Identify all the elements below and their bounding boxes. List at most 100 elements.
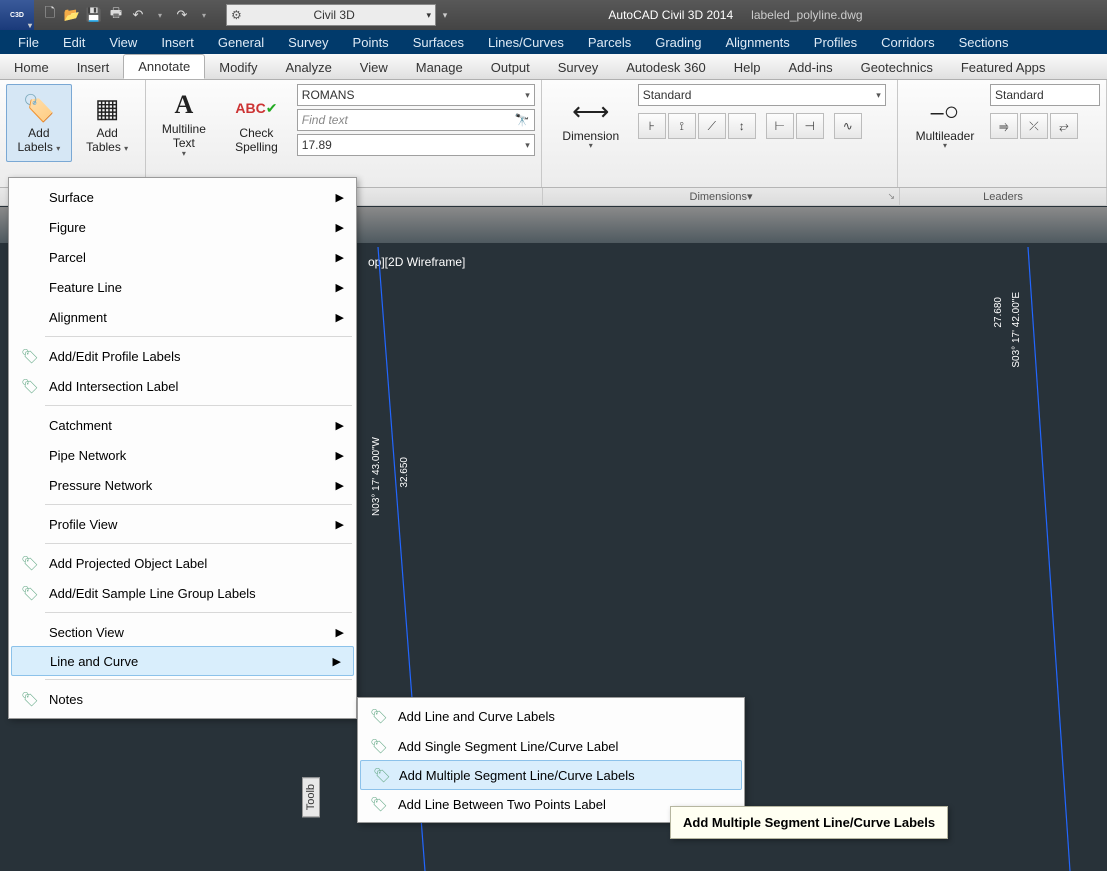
menu-item-surface[interactable]: Surface▶ xyxy=(9,182,356,212)
tab-insert[interactable]: Insert xyxy=(63,56,124,79)
leader-tool-2[interactable]: ⤫ xyxy=(1020,113,1048,139)
dim-style-value: Standard xyxy=(643,88,692,102)
undo-icon[interactable]: ↶ xyxy=(128,5,148,25)
menu-item-add-edit-profile-labels[interactable]: 🏷Add/Edit Profile Labels xyxy=(9,341,356,371)
label-tag-icon: 🏷 xyxy=(21,555,39,572)
dimension-button[interactable]: ⟷ Dimension ▾ xyxy=(548,84,634,162)
toolspace-palette-tab[interactable]: Toolb xyxy=(302,777,320,817)
multileader-icon: ⎯○ xyxy=(931,95,960,129)
leader-tool-1[interactable]: ⥤ xyxy=(990,113,1018,139)
workspace-combo[interactable]: ⚙ Civil 3D ▾ xyxy=(226,4,436,26)
app-menu-icon[interactable]: C3D xyxy=(0,0,34,30)
text-style-combo[interactable]: ROMANS ▾ xyxy=(297,84,535,106)
tab-help[interactable]: Help xyxy=(720,56,775,79)
dialog-launcher-icon[interactable]: ↘ xyxy=(887,191,895,202)
check-spelling-button[interactable]: ABC✔ Check Spelling xyxy=(220,84,293,162)
title-bar: C3D 🗋 📂 💾 🖶 ↶ ▾ ↷ ▾ ⚙ Civil 3D ▾ ▾ AutoC… xyxy=(0,0,1107,30)
dim-tool-5[interactable]: ⊢ xyxy=(766,113,794,139)
menu-file[interactable]: File xyxy=(6,32,51,53)
print-icon[interactable]: 🖶 xyxy=(106,5,126,25)
tab-autodesk360[interactable]: Autodesk 360 xyxy=(612,56,720,79)
menu-item-label: Pressure Network xyxy=(49,478,152,493)
redo-icon[interactable]: ↷ xyxy=(172,5,192,25)
menu-corridors[interactable]: Corridors xyxy=(869,32,946,53)
menu-parcels[interactable]: Parcels xyxy=(576,32,643,53)
menu-item-label: Feature Line xyxy=(49,280,122,295)
menu-sections[interactable]: Sections xyxy=(947,32,1021,53)
tab-output[interactable]: Output xyxy=(477,56,544,79)
menu-item-pressure-network[interactable]: Pressure Network▶ xyxy=(9,470,356,500)
save-icon[interactable]: 💾 xyxy=(84,5,104,25)
leader-tool-3[interactable]: ⥂ xyxy=(1050,113,1078,139)
find-text-input[interactable]: Find text 🔭 xyxy=(297,109,535,131)
menu-profiles[interactable]: Profiles xyxy=(802,32,869,53)
menu-item-notes[interactable]: 🏷Notes xyxy=(9,684,356,714)
tab-analyze[interactable]: Analyze xyxy=(272,56,346,79)
chevron-down-icon[interactable]: ▾ xyxy=(747,190,753,203)
line-dist-right: 27.680 xyxy=(992,297,1005,328)
menu-item-feature-line[interactable]: Feature Line▶ xyxy=(9,272,356,302)
dim-tool-4[interactable]: ↕ xyxy=(728,113,756,139)
file-name: labeled_polyline.dwg xyxy=(751,8,862,22)
chevron-down-icon: ▾ xyxy=(124,144,128,153)
chevron-down-icon: ▾ xyxy=(56,144,60,153)
tab-modify[interactable]: Modify xyxy=(205,56,271,79)
menu-item-section-view[interactable]: Section View▶ xyxy=(9,617,356,647)
workspace-value: Civil 3D xyxy=(313,8,354,22)
menu-item-add-edit-sample-line-group-labels[interactable]: 🏷Add/Edit Sample Line Group Labels xyxy=(9,578,356,608)
menu-item-add-projected-object-label[interactable]: 🏷Add Projected Object Label xyxy=(9,548,356,578)
dim-tool-7[interactable]: ∿ xyxy=(834,113,862,139)
dim-tool-3[interactable]: ⟋ xyxy=(698,113,726,139)
menu-item-label: Notes xyxy=(49,692,83,707)
submenu-arrow-icon: ▶ xyxy=(336,419,344,432)
submenu-item-add-multiple-segment-line-curve-labels[interactable]: 🏷Add Multiple Segment Line/Curve Labels xyxy=(360,760,742,790)
menu-item-catchment[interactable]: Catchment▶ xyxy=(9,410,356,440)
menu-points[interactable]: Points xyxy=(341,32,401,53)
menu-surfaces[interactable]: Surfaces xyxy=(401,32,476,53)
tab-manage[interactable]: Manage xyxy=(402,56,477,79)
menu-alignments[interactable]: Alignments xyxy=(713,32,801,53)
menu-item-parcel[interactable]: Parcel▶ xyxy=(9,242,356,272)
menu-edit[interactable]: Edit xyxy=(51,32,97,53)
menu-item-alignment[interactable]: Alignment▶ xyxy=(9,302,356,332)
menu-view[interactable]: View xyxy=(97,32,149,53)
dim-tool-1[interactable]: ⊦ xyxy=(638,113,666,139)
dim-tool-6[interactable]: ⊣ xyxy=(796,113,824,139)
redo-dropdown-icon[interactable]: ▾ xyxy=(194,5,214,25)
menu-general[interactable]: General xyxy=(206,32,276,53)
new-icon[interactable]: 🗋 xyxy=(40,5,60,25)
menu-linescurves[interactable]: Lines/Curves xyxy=(476,32,576,53)
leader-style-value: Standard xyxy=(995,88,1044,102)
dim-tool-2[interactable]: ⟟ xyxy=(668,113,696,139)
menu-item-pipe-network[interactable]: Pipe Network▶ xyxy=(9,440,356,470)
tab-featuredapps[interactable]: Featured Apps xyxy=(947,56,1060,79)
menu-survey[interactable]: Survey xyxy=(276,32,340,53)
tab-home[interactable]: Home xyxy=(0,56,63,79)
submenu-arrow-icon: ▶ xyxy=(336,449,344,462)
add-tables-button[interactable]: ▦ Add Tables ▾ xyxy=(76,84,139,162)
tab-geotechnics[interactable]: Geotechnics xyxy=(847,56,947,79)
add-labels-button[interactable]: 🏷️ Add Labels ▾ xyxy=(6,84,72,162)
open-icon[interactable]: 📂 xyxy=(62,5,82,25)
tab-survey[interactable]: Survey xyxy=(544,56,612,79)
menu-item-figure[interactable]: Figure▶ xyxy=(9,212,356,242)
menu-item-line-and-curve[interactable]: Line and Curve▶ xyxy=(11,646,354,676)
submenu-item-add-line-and-curve-labels[interactable]: 🏷Add Line and Curve Labels xyxy=(358,701,744,731)
submenu-arrow-icon: ▶ xyxy=(333,655,341,668)
qat-customize-icon[interactable]: ▾ xyxy=(436,10,454,21)
text-height-combo[interactable]: 17.89 ▾ xyxy=(297,134,535,156)
line-dist-left: 32.650 xyxy=(398,457,411,488)
dim-style-combo[interactable]: Standard ▾ xyxy=(638,84,886,106)
multiline-text-button[interactable]: A Multiline Text ▾ xyxy=(152,84,216,162)
menu-item-add-intersection-label[interactable]: 🏷Add Intersection Label xyxy=(9,371,356,401)
menu-insert[interactable]: Insert xyxy=(149,32,206,53)
leader-style-combo[interactable]: Standard xyxy=(990,84,1100,106)
tab-addins[interactable]: Add-ins xyxy=(775,56,847,79)
submenu-item-add-single-segment-line-curve-label[interactable]: 🏷Add Single Segment Line/Curve Label xyxy=(358,731,744,761)
menu-item-profile-view[interactable]: Profile View▶ xyxy=(9,509,356,539)
menu-grading[interactable]: Grading xyxy=(643,32,713,53)
tab-view[interactable]: View xyxy=(346,56,402,79)
undo-dropdown-icon[interactable]: ▾ xyxy=(150,5,170,25)
tab-annotate[interactable]: Annotate xyxy=(123,54,205,79)
multileader-button[interactable]: ⎯○ Multileader ▾ xyxy=(904,84,986,162)
